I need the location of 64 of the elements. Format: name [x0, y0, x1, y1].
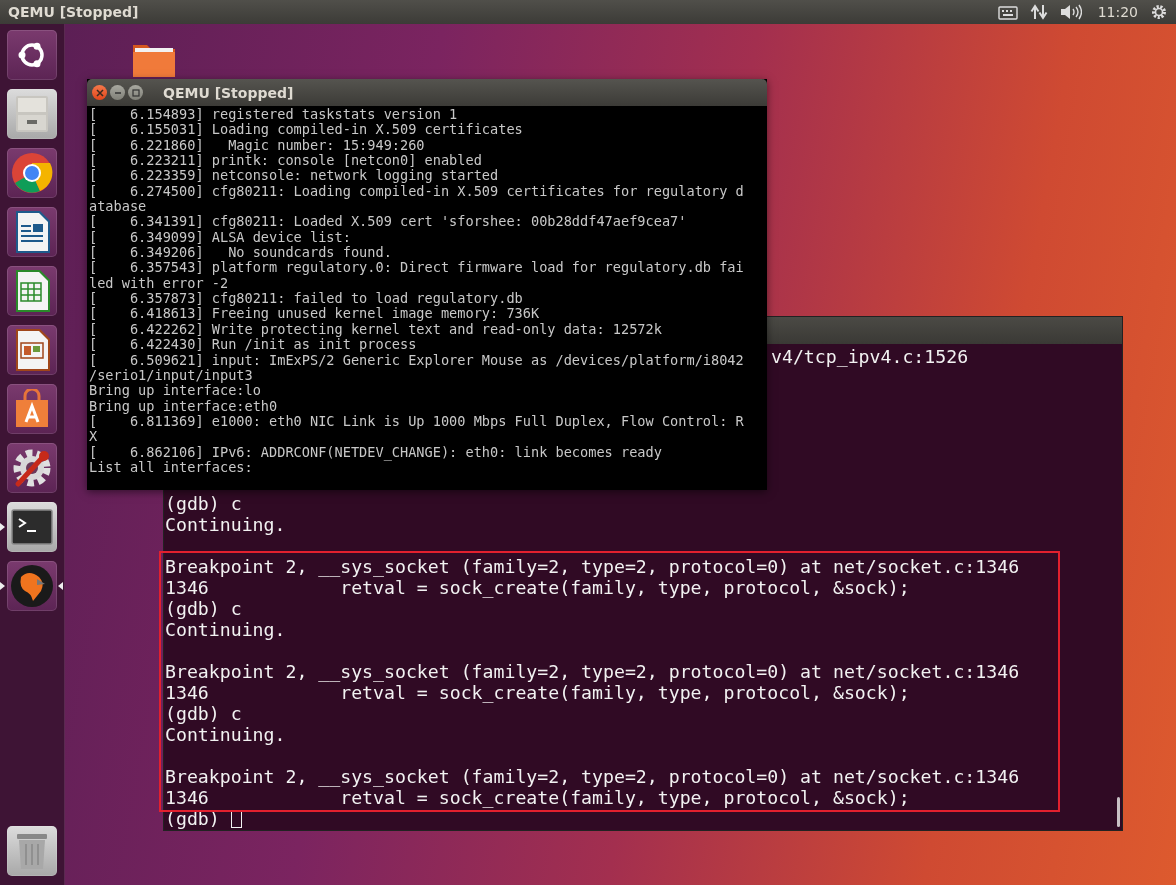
launcher-item[interactable] [7, 148, 57, 198]
volume-icon[interactable] [1059, 4, 1082, 20]
launcher-item[interactable] [7, 443, 57, 493]
launcher-item[interactable] [7, 384, 57, 434]
console-line: Bring up interface:lo [89, 383, 261, 399]
scrollbar[interactable] [1117, 797, 1120, 827]
terminal-line: Breakpoint 2, __sys_socket (family=2, type=2, protocol=0) at net/socket.c:1346 [165, 661, 1021, 682]
launcher-item[interactable] [7, 266, 57, 316]
bird-logo-icon [9, 563, 55, 609]
terminal-line: Breakpoint 2, __sys_socket (family=2, type=2, protocol=0) at net/socket.c:1346 [165, 766, 1021, 787]
close-button[interactable] [92, 85, 107, 100]
terminal-line: Continuing. [165, 514, 287, 535]
terminal-line: Continuing. [165, 619, 287, 640]
terminal-line: v4/tcp_ipv4.c:1526 [771, 346, 969, 367]
console-line: [ 6.274500] cfg80211: Loading compiled-in X.509 certificates for regulatory d [89, 183, 744, 200]
network-icon[interactable] [1029, 3, 1048, 21]
console-line: [ 6.811369] e1000: eth0 NIC Link is Up 1000 Mbps Full Duplex, Flow Control: R [89, 413, 744, 430]
terminal-icon [11, 509, 53, 545]
console-line: [ 6.341391] cfg80211: Loaded X.509 cert 'sforshee: 00b28ddf47aef9cea7' [89, 214, 687, 230]
launcher-item[interactable] [7, 502, 57, 552]
console-line: [ 6.422430] Run /init as init process [89, 337, 417, 353]
console-line: Bring up interface:eth0 [89, 398, 278, 414]
maximize-button[interactable] [128, 85, 143, 100]
settings-icon[interactable] [1150, 3, 1168, 21]
close-icon [95, 88, 104, 97]
console-line: [ 6.221860] Magic number: 15:949:260 [89, 137, 425, 154]
clock[interactable]: 11:20 [1097, 4, 1138, 20]
window-title: QEMU [Stopped] [163, 84, 294, 101]
window-title: QEMU [Stopped] [8, 4, 139, 20]
launcher-item[interactable] [7, 207, 57, 257]
console-line: [ 6.349099] ALSA device list: [89, 229, 351, 246]
trash-icon [14, 831, 50, 871]
console-line: [ 6.223211] printk: console [netcon0] enabled [89, 153, 482, 169]
console-line: [ 6.509621] input: ImExPS/2 Generic Explorer Mouse as /devices/platform/i8042 [89, 352, 744, 368]
console-line: [ 6.422262] Write protecting kernel text and read-only data: 12572k [89, 321, 662, 338]
console-line: X [89, 429, 98, 445]
terminal-line: (gdb) c [165, 703, 243, 724]
minimize-button[interactable] [110, 85, 125, 100]
terminal-line: 1346 retval = sock_create(family, type, protocol, &sock); [165, 682, 911, 703]
terminal-line: 1346 retval = sock_create(family, type, protocol, &sock); [165, 787, 911, 808]
console-line: [ 6.155031] Loading compiled-in X.509 certificates [89, 122, 523, 138]
console-line: /serio1/input/input3 [89, 367, 253, 384]
launcher-item[interactable] [7, 325, 57, 375]
console-line: [ 6.862106] IPv6: ADDRCONF(NETDEV_CHANGE): eth0: link becomes ready [89, 444, 662, 460]
keyboard-icon[interactable] [997, 4, 1018, 20]
console-line: [ 6.357873] cfg80211: failed to load regulatory.db [89, 291, 523, 307]
terminal-prompt: (gdb) [165, 808, 220, 829]
console-line: led with error -2 [89, 275, 229, 292]
terminal-line: 1346 retval = sock_create(family, type, protocol, &sock); [165, 577, 911, 598]
console-line: List all interfaces: [89, 459, 253, 476]
console-line: [ 6.223359] netconsole: network logging started [89, 168, 499, 184]
terminal-line: (gdb) c [165, 493, 243, 514]
launcher-item[interactable] [7, 561, 57, 611]
dash-button[interactable] [7, 30, 57, 80]
console-line: [ 6.418613] Freeing unused kernel image memory: 736K [89, 306, 540, 322]
console-line: [ 6.154893] registered taskstats version 1 [89, 107, 458, 123]
console-line: [ 6.349206] No soundcards found. [89, 245, 392, 261]
terminal-line: (gdb) c [165, 598, 243, 619]
console-line: [ 6.357543] platform regulatory.0: Direct firmware load for regulatory.db fai [89, 260, 744, 276]
console-line: atabase [89, 199, 147, 215]
terminal-line: Continuing. [165, 724, 287, 745]
terminal-line: Breakpoint 2, __sys_socket (family=2, type=2, protocol=0) at net/socket.c:1346 [165, 556, 1021, 577]
maximize-icon [131, 88, 140, 97]
browser-icon [10, 151, 54, 195]
